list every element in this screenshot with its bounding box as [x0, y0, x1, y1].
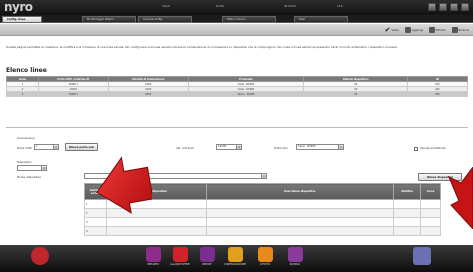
table-row[interactable]: 4: [84, 226, 441, 236]
table-cell: 001: [407, 91, 468, 97]
activity-icon: [257, 247, 273, 262]
app-logo: nyro: [4, 0, 33, 14]
plant-icon: [145, 247, 161, 262]
table-cell: FORM 1: [37, 91, 109, 97]
add-tool[interactable]: Aggiungi: [404, 27, 424, 33]
default-checkbox[interactable]: [414, 147, 418, 151]
chevron-down-icon: ▾: [53, 145, 58, 149]
home-button[interactable]: [410, 247, 434, 265]
top-icons: [428, 3, 469, 11]
red-arrow-right: [448, 167, 473, 229]
tab-stato[interactable]: Stato comunic.: [222, 16, 276, 23]
velocita-select[interactable]: 19200 ▾: [216, 144, 242, 150]
rileva-porta-button[interactable]: Rileva porta usb: [65, 143, 98, 151]
top-info-1: Utenti: [162, 5, 170, 8]
ricerca-button[interactable]: RICERCA: [283, 247, 307, 266]
protocollo-value: Cerel - RS485: [298, 145, 316, 148]
home-icon: [413, 247, 431, 265]
table-cell: 4: [84, 226, 107, 236]
dispositivi-label: Dispositivi: [17, 160, 32, 164]
velocita-label: Vel. di trasm.: [176, 146, 195, 150]
print-icon[interactable]: [439, 3, 447, 11]
section-title-lines: Elenco linee: [6, 67, 47, 74]
tab-bar: Config. linee Monitoraggio allarmi Conso…: [0, 15, 473, 23]
refresh-label: Ricarica: [458, 28, 469, 32]
protocollo-select[interactable]: Cerel - RS485 ▾: [296, 144, 344, 150]
protocollo-label: Protocollo: [274, 146, 288, 150]
impianto-button[interactable]: IMPIANTO: [141, 247, 165, 266]
porta-label: Porta COM: [17, 146, 32, 150]
col-cerca[interactable]: Cerca: [420, 183, 441, 200]
checkmark-icon: ✔: [384, 26, 391, 34]
report-icon: [199, 247, 215, 262]
table-row-selected[interactable]: 3 FORM 1 2400 Vallox - RS485 00 001: [6, 91, 468, 97]
allarmi-eventi-button[interactable]: ALLARMI EVENTI: [168, 247, 192, 266]
toolbar: ✔ Salva Aggiungi Elimina Ricarica: [0, 24, 473, 36]
porta-select[interactable]: 1 ▾: [34, 144, 59, 150]
alarm-icon: [31, 247, 49, 265]
add-label: Aggiungi: [411, 28, 424, 32]
attivita-button[interactable]: ATTIVITÀ: [253, 247, 277, 266]
configurazione-button[interactable]: CONFIGURAZIONE: [223, 247, 247, 266]
delete-icon: [429, 27, 436, 33]
chevron-down-icon: ▾: [261, 174, 266, 178]
attivita-label: ATTIVITÀ: [259, 263, 271, 266]
top-info-4: 16.8: [337, 5, 343, 8]
lines-table: Linea Porta COM / Indirizzo IP Velocità …: [6, 76, 468, 97]
events-icon: [172, 247, 188, 262]
tab-monitoraggio[interactable]: Monitoraggio allarmi: [82, 16, 136, 23]
top-info-3: 00:00:00: [284, 5, 296, 8]
refresh-tool[interactable]: Ricarica: [451, 27, 469, 33]
search-icon: [287, 247, 303, 262]
ricerca-label: RICERCA: [289, 263, 301, 266]
top-info-2: Profilo: [216, 5, 225, 8]
configuration-icon: [227, 247, 243, 262]
alarm-button[interactable]: [28, 247, 52, 265]
save-tool[interactable]: ✔ Salva: [384, 26, 399, 34]
refresh-icon: [451, 27, 458, 33]
velocita-value: 19200: [218, 145, 227, 148]
porta-value: 1: [36, 145, 38, 148]
save-label: Salva: [391, 28, 399, 32]
configurazione-label: CONFIGURAZIONE: [224, 263, 246, 266]
help-icon[interactable]: [450, 3, 458, 11]
allarmi-eventi-label: ALLARMI EVENTI: [170, 263, 190, 266]
chevron-down-icon: ▾: [338, 145, 343, 149]
exit-icon[interactable]: [461, 3, 469, 11]
delete-label: Elimina: [436, 28, 446, 32]
delete-tool[interactable]: Elimina: [429, 27, 446, 33]
page-description: Questa pagina permette la creazione, la …: [6, 45, 398, 49]
table-cell: 2400: [107, 91, 189, 97]
red-arrow-left: [96, 156, 152, 214]
settings-icon[interactable]: [428, 3, 436, 11]
col-modifica[interactable]: Modifica: [393, 183, 421, 200]
impianto-label: IMPIANTO: [147, 263, 159, 266]
table-cell: 3: [84, 217, 107, 227]
add-icon: [404, 27, 411, 33]
table-cell: 3: [6, 91, 39, 97]
tab-diari[interactable]: Diari: [294, 16, 348, 23]
bottom-bar: IMPIANTO ALLARMI EVENTI REPORT CONFIGURA…: [0, 245, 473, 272]
chevron-down-icon: ▾: [41, 166, 46, 170]
chevron-down-icon: ▾: [236, 145, 241, 149]
table-cell: 00: [303, 91, 409, 97]
table-cell: Vallox - RS485: [187, 91, 305, 97]
connection-title: Connessione: [17, 136, 35, 140]
report-label: REPORT: [202, 263, 212, 266]
table-row[interactable]: 3: [84, 217, 441, 227]
default-checkbox-label: Utente predefinito: [420, 146, 446, 150]
report-button[interactable]: REPORT: [195, 247, 219, 266]
nome-dispositivo-label: Nome dispositivo: [17, 175, 42, 179]
col-descrizione[interactable]: Descrizione dispositivo: [205, 183, 395, 200]
tab-console[interactable]: Console config.: [138, 16, 192, 23]
divider: [6, 127, 468, 128]
dispositivi-select[interactable]: ▾: [17, 165, 47, 171]
top-bar: nyro Utenti Profilo 00:00:00 16.8: [0, 0, 473, 15]
tab-config-linee[interactable]: Config. linee: [2, 16, 42, 23]
